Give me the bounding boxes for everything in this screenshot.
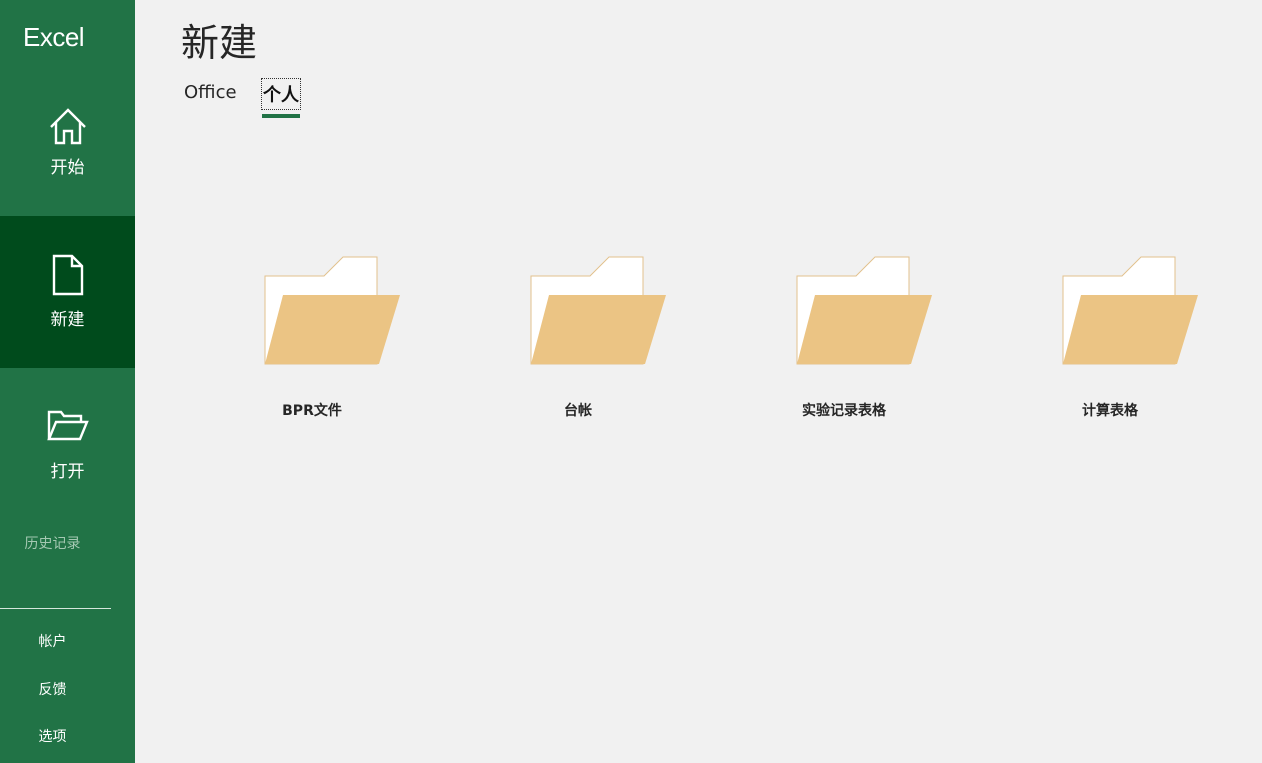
sidebar-item-home[interactable]: 开始 xyxy=(0,64,135,216)
folder-label: BPR文件 xyxy=(282,403,342,419)
folder-label: 实验记录表格 xyxy=(802,403,886,419)
feedback-button[interactable]: 反馈 xyxy=(0,679,105,699)
sidebar-item-open[interactable]: 打开 xyxy=(0,368,135,520)
backstage-sidebar: Excel 开始 新建 打开 历史记录 帐户 反馈 选项 xyxy=(0,0,135,763)
open-folder-icon xyxy=(46,410,89,441)
new-document-icon xyxy=(52,254,83,296)
history-label[interactable]: 历史记录 xyxy=(0,533,105,553)
tab-office[interactable]: Office xyxy=(184,82,237,103)
sidebar-item-label: 开始 xyxy=(50,158,85,178)
app-brand: Excel xyxy=(23,22,85,52)
folder-icon xyxy=(264,256,400,365)
page-title: 新建 xyxy=(181,21,258,65)
template-folder-experiment[interactable]: 实验记录表格 xyxy=(749,250,939,430)
sidebar-item-new[interactable]: 新建 xyxy=(0,216,135,368)
template-folder-calculation[interactable]: 计算表格 xyxy=(1015,250,1205,430)
folder-label: 计算表格 xyxy=(1082,403,1138,419)
template-folder-bpr[interactable]: BPR文件 xyxy=(217,250,407,430)
folder-icon xyxy=(1062,256,1198,365)
excel-backstage: Excel 开始 新建 打开 历史记录 帐户 反馈 选项 新建 Office 个… xyxy=(0,0,1262,763)
home-icon xyxy=(49,108,86,145)
folder-icon xyxy=(530,256,666,365)
template-folder-ledger[interactable]: 台帐 xyxy=(483,250,673,430)
options-button[interactable]: 选项 xyxy=(0,726,105,746)
sidebar-item-label: 打开 xyxy=(50,462,85,482)
new-page-content: 新建 Office 个人 BPR文件 台帐 实验记录表格 计算表格 xyxy=(135,0,1262,763)
folder-label: 台帐 xyxy=(564,403,592,419)
active-tab-indicator xyxy=(262,114,300,118)
sidebar-item-label: 新建 xyxy=(50,310,85,330)
account-button[interactable]: 帐户 xyxy=(0,631,105,651)
tab-personal[interactable]: 个人 xyxy=(261,78,301,110)
folder-icon xyxy=(796,256,932,365)
sidebar-divider xyxy=(0,608,111,609)
